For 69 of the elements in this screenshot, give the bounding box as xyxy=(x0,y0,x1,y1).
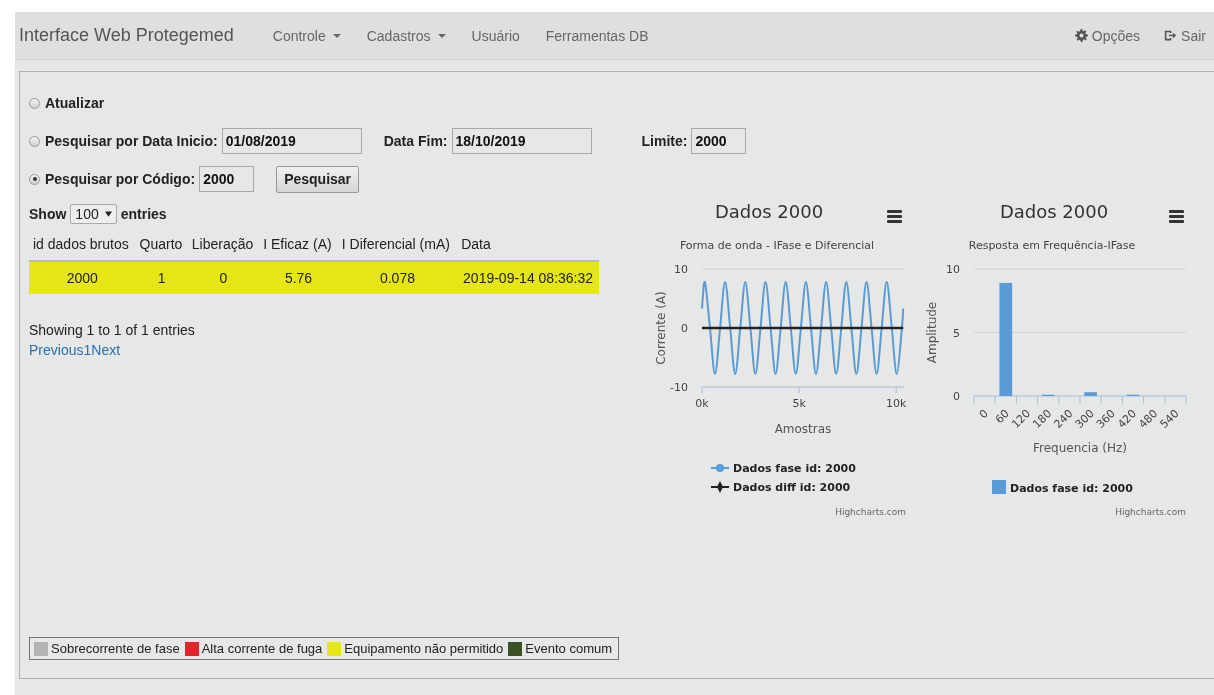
axis-title: Amostras xyxy=(774,422,832,436)
axis-tick-label: 0 xyxy=(681,322,688,335)
pagination-link[interactable]: 1 xyxy=(83,342,92,358)
axis-title: Amplitude xyxy=(925,301,939,364)
table-info: Showing 1 to 1 of 1 entries xyxy=(29,322,196,338)
table-cell[interactable]: 0.078 xyxy=(337,261,458,294)
table-cell[interactable]: 5.76 xyxy=(259,261,338,294)
axis-tick-label: 10 xyxy=(674,263,688,276)
chart-subtitle: Forma de onda - IFase e Diferencial xyxy=(679,239,875,252)
legend-label[interactable]: Dados diff id: 2000 xyxy=(733,481,851,494)
axis-tick-label: -10 xyxy=(670,381,688,394)
caret-icon xyxy=(104,211,112,217)
table-cell[interactable]: 1 xyxy=(135,261,188,294)
option-label: Pesquisar por Código: xyxy=(45,171,196,187)
legend-label[interactable]: Dados fase id: 2000 xyxy=(733,462,856,475)
nav-menu-item[interactable]: Controle xyxy=(259,27,354,44)
limit-label: Limite: xyxy=(641,133,688,149)
legend-marker-icon xyxy=(992,480,1006,494)
nav-menu-item[interactable]: Usuário xyxy=(458,27,533,44)
entries-select[interactable]: 100 xyxy=(70,204,117,224)
table-cell[interactable]: 2019-09-14 08:36:32 xyxy=(457,261,599,294)
radio-button[interactable] xyxy=(29,135,40,147)
option-label: Atualizar xyxy=(45,95,105,111)
nav-menu-item[interactable]: Ferramentas DB xyxy=(532,27,662,44)
axis-tick-label: 5 xyxy=(953,326,960,340)
chart-title: Dados 2000 xyxy=(714,201,824,222)
code-field[interactable]: 2000 xyxy=(199,166,255,192)
show-label: Show xyxy=(29,206,67,222)
legend-marker-icon xyxy=(710,481,730,493)
pagination-link[interactable]: Next xyxy=(91,342,121,358)
end-date-field[interactable]: 18/10/2019 xyxy=(451,128,592,154)
axis-tick-label: 10k xyxy=(886,397,907,410)
axis-tick-label: 10 xyxy=(946,263,960,276)
end-date-label: Data Fim: xyxy=(383,133,448,149)
table-cell[interactable]: 0 xyxy=(187,261,260,294)
radio-button[interactable] xyxy=(29,173,40,185)
nav-menu-item[interactable]: Cadastros xyxy=(353,27,459,44)
axis-tick-label: 0 xyxy=(953,390,960,403)
axis-tick-label: 5k xyxy=(792,397,806,410)
menu-icon[interactable] xyxy=(1169,210,1184,223)
credits-link[interactable]: Highcharts.com xyxy=(835,507,906,517)
settings-link[interactable]: Opções xyxy=(1058,27,1149,44)
brand-link[interactable]: Interface Web Protegemed xyxy=(19,25,248,46)
table-cell[interactable]: 2000 xyxy=(29,261,136,294)
radio-button[interactable] xyxy=(29,97,40,109)
legend-label[interactable]: Dados fase id: 2000 xyxy=(1010,482,1133,495)
legend-label: Sobrecorrente de fase xyxy=(51,641,180,656)
legend-label: Equipamento não permitido xyxy=(344,641,504,656)
axis-tick-label: 60 xyxy=(992,406,1012,426)
pagination-link[interactable]: Previous xyxy=(29,342,84,358)
chart-title: Dados 2000 xyxy=(999,201,1109,222)
logout-icon xyxy=(1164,29,1178,42)
option-label: Pesquisar por Data Inicio: xyxy=(45,133,218,149)
menu-icon[interactable] xyxy=(887,210,902,223)
axis-tick-label: 0k xyxy=(695,397,709,410)
axis-title: Frequencia (Hz) xyxy=(1032,441,1128,455)
legend-marker-icon xyxy=(710,464,730,472)
legend-label: Evento comum xyxy=(525,641,613,656)
axis-title: Corrente (A) xyxy=(654,291,668,365)
entries-label: entries xyxy=(120,206,167,222)
settings-icon xyxy=(1074,29,1088,42)
logout-link[interactable]: Sair xyxy=(1148,27,1214,44)
chart-subtitle: Resposta em Frequência-IFase xyxy=(968,239,1136,252)
axis-tick-label: 0 xyxy=(976,406,991,422)
legend-label: Alta corrente de fuga xyxy=(201,641,323,656)
limit-field[interactable]: 2000 xyxy=(691,128,747,154)
credits-link[interactable]: Highcharts.com xyxy=(1115,507,1186,517)
search-button[interactable]: Pesquisar xyxy=(276,165,360,193)
start-date-field[interactable]: 01/08/2019 xyxy=(221,128,362,154)
